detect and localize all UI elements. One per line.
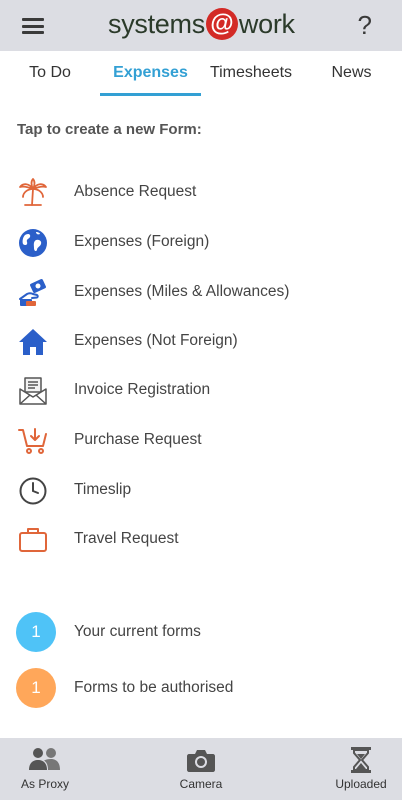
form-item-label: Expenses (Foreign) (74, 233, 210, 250)
as-proxy-button[interactable]: As Proxy (0, 738, 90, 800)
tab-expenses[interactable]: Expenses (100, 51, 201, 97)
logo-at-symbol: @ (205, 8, 238, 40)
palm-tree-icon (19, 178, 47, 206)
form-item-label: Expenses (Not Foreign) (74, 332, 238, 349)
invoice-envelope-icon (19, 377, 47, 405)
uploaded-label: Uploaded (335, 777, 387, 791)
people-icon (29, 748, 60, 770)
current-forms-count-badge: 1 (16, 612, 56, 652)
camera-button[interactable]: Camera (156, 738, 246, 800)
as-proxy-label: As Proxy (20, 777, 69, 791)
briefcase-icon (19, 528, 47, 552)
hourglass-icon (351, 747, 371, 773)
form-item-label: Absence Request (74, 183, 197, 200)
form-item-expenses-miles-allowances[interactable]: Expenses (Miles & Allowances) (0, 272, 402, 312)
form-item-expenses-not-foreign[interactable]: Expenses (Not Foreign) (0, 321, 402, 361)
globe-icon (19, 229, 47, 257)
camera-label: Camera (179, 777, 223, 791)
camera-icon (187, 750, 215, 772)
form-item-label: Travel Request (74, 530, 179, 547)
form-item-label: Purchase Request (74, 431, 202, 448)
form-item-invoice-registration[interactable]: Invoice Registration (0, 370, 402, 410)
tab-timesheets[interactable]: Timesheets (201, 51, 301, 97)
form-item-travel-request[interactable]: Travel Request (0, 519, 402, 559)
cart-icon (18, 428, 47, 454)
logo-text-systems: systems (108, 8, 205, 39)
create-form-prompt: Tap to create a new Form: (17, 121, 202, 138)
form-item-purchase-request[interactable]: Purchase Request (0, 420, 402, 460)
form-item-expenses-foreign[interactable]: Expenses (Foreign) (0, 222, 402, 262)
app-header: systems @ work ? (0, 0, 402, 51)
form-item-label: Expenses (Miles & Allowances) (74, 283, 290, 300)
tab-bar: To Do Expenses Timesheets News (0, 51, 402, 97)
tab-news[interactable]: News (301, 51, 402, 97)
tab-to-do[interactable]: To Do (0, 51, 100, 97)
your-current-forms-row[interactable]: 1 Your current forms (0, 612, 402, 656)
form-item-label: Invoice Registration (74, 381, 211, 398)
authorise-forms-label: Forms to be authorised (74, 679, 234, 696)
forms-to-be-authorised-row[interactable]: 1 Forms to be authorised (0, 668, 402, 712)
clock-icon (19, 477, 47, 505)
home-icon (19, 329, 47, 355)
form-item-label: Timeslip (74, 481, 132, 498)
authorise-forms-count-badge: 1 (16, 668, 56, 708)
form-item-absence-request[interactable]: Absence Request (0, 172, 402, 212)
form-item-timeslip[interactable]: Timeslip (0, 470, 402, 510)
uploaded-button[interactable]: Uploaded (320, 738, 402, 800)
active-tab-indicator (100, 93, 201, 96)
bottom-toolbar: As Proxy Camera Uploaded (0, 738, 402, 800)
current-forms-label: Your current forms (74, 623, 201, 640)
app-logo: systems @ work (108, 6, 295, 42)
hand-money-icon (19, 279, 46, 306)
hamburger-menu-icon[interactable] (22, 18, 44, 34)
logo-text-work: work (238, 8, 295, 39)
help-icon[interactable]: ? (358, 10, 372, 41)
